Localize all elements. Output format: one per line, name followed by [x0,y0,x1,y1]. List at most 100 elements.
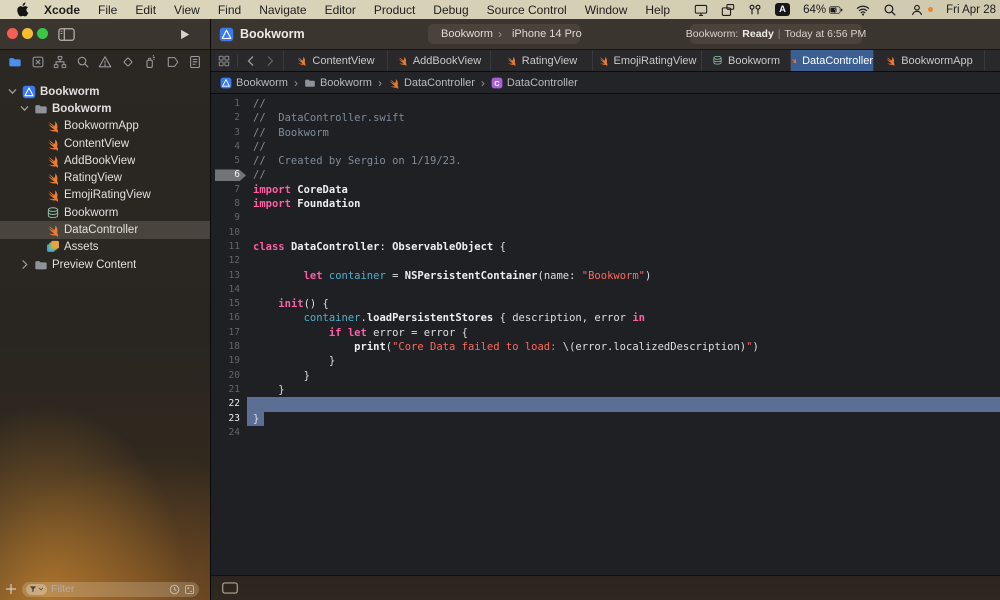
spotlight-icon[interactable] [883,3,897,17]
reports-navigator-button[interactable] [187,54,203,70]
filter-menu-button[interactable] [26,584,47,595]
code-line-24[interactable]: 24 [211,426,1000,440]
file-row-assets[interactable]: Assets [0,239,210,256]
stage-manager-icon[interactable] [721,3,735,17]
zoom-window-button[interactable] [37,28,48,39]
tab-contentview[interactable]: ContentView [283,50,388,71]
line-number[interactable]: 11 [211,240,247,254]
minimize-window-button[interactable] [22,28,33,39]
line-number[interactable]: 18 [211,340,247,354]
line-number[interactable]: 17 [211,326,247,340]
tests-navigator-button[interactable] [120,54,136,70]
tab-bookwormapp[interactable]: BookwormApp [874,50,985,71]
file-row-datacontroller[interactable]: DataController [0,221,210,238]
menu-product[interactable]: Product [365,3,424,17]
control-center-menu[interactable] [910,3,933,17]
line-number[interactable]: 15 [211,297,247,311]
code-line-11[interactable]: 11class DataController: ObservableObject… [211,240,1000,254]
menu-edit[interactable]: Edit [126,3,165,17]
line-number[interactable]: 2 [211,111,247,125]
line-number[interactable]: 12 [211,254,247,268]
add-button[interactable] [5,583,17,595]
breakpoints-navigator-button[interactable] [165,54,181,70]
code-line-4[interactable]: 4// [211,140,1000,154]
code-line-9[interactable]: 9 [211,211,1000,225]
filter-input[interactable]: Filter [51,583,165,595]
line-number[interactable]: 21 [211,383,247,397]
source-control-navigator-button[interactable] [30,54,46,70]
crumb-bookworm[interactable]: Bookworm [220,77,288,89]
go-back-button[interactable] [243,50,259,71]
issues-navigator-button[interactable] [97,54,113,70]
line-number[interactable]: 6 [211,168,247,182]
tab-emojiratingview[interactable]: EmojiRatingView [593,50,702,71]
line-number[interactable]: 19 [211,354,247,368]
close-window-button[interactable] [7,28,18,39]
code-line-5[interactable]: 5// Created by Sergio on 1/19/23. [211,154,1000,168]
symbols-navigator-button[interactable] [52,54,68,70]
line-number[interactable]: 20 [211,369,247,383]
project-navigator-button[interactable] [7,54,23,70]
airpods-icon[interactable] [748,3,762,17]
input-source-icon[interactable]: A [775,3,790,16]
crumb-datacontroller[interactable]: CDataController [491,77,578,89]
display-icon[interactable] [694,3,708,17]
scheme-selector[interactable]: Bookworm › iPhone 14 Pro [428,24,580,44]
line-number[interactable]: 23 [211,412,247,426]
code-line-6[interactable]: 6// [211,168,1000,182]
code-line-19[interactable]: 19 } [211,354,1000,368]
file-row-bookworm[interactable]: Bookworm [0,204,210,221]
menu-navigate[interactable]: Navigate [250,3,315,17]
code-line-21[interactable]: 21 } [211,383,1000,397]
menu-clock[interactable]: Fri Apr 28 [946,4,996,16]
sidebar-divider[interactable] [210,19,211,600]
file-row-emojiratingview[interactable]: EmojiRatingView [0,187,210,204]
file-row-bookworm[interactable]: Bookworm [0,83,210,100]
crumb-bookworm[interactable]: Bookworm [304,77,372,89]
battery-indicator[interactable]: 64% [803,3,843,17]
line-number[interactable]: 13 [211,269,247,283]
code-line-3[interactable]: 3// Bookworm [211,126,1000,140]
tab-datacontroller[interactable]: DataController [791,50,874,71]
source-control-filter-icon[interactable] [184,584,195,595]
file-row-preview-content[interactable]: Preview Content [0,256,210,273]
menu-help[interactable]: Help [636,3,679,17]
recent-files-icon[interactable] [169,584,180,595]
breakpoint-icon[interactable] [215,169,246,181]
line-number[interactable]: 4 [211,140,247,154]
line-number[interactable]: 7 [211,183,247,197]
window-tab[interactable]: Bookworm [219,19,305,49]
tab-bookworm[interactable]: Bookworm [702,50,791,71]
menu-editor[interactable]: Editor [316,3,365,17]
menu-find[interactable]: Find [209,3,250,17]
line-number[interactable]: 22 [211,397,247,411]
code-line-2[interactable]: 2// DataController.swift [211,111,1000,125]
file-row-ratingview[interactable]: RatingView [0,169,210,186]
run-button[interactable] [178,19,192,49]
line-number[interactable]: 5 [211,154,247,168]
code-line-7[interactable]: 7import CoreData [211,183,1000,197]
wifi-icon[interactable] [856,3,870,17]
line-number[interactable]: 14 [211,283,247,297]
code-line-22[interactable]: 22 [211,397,1000,411]
code-line-8[interactable]: 8import Foundation [211,197,1000,211]
code-line-23[interactable]: 23} [211,412,1000,426]
line-number[interactable]: 8 [211,197,247,211]
find-navigator-button[interactable] [75,54,91,70]
code-line-1[interactable]: 1// [211,97,1000,111]
debug-navigator-button[interactable] [142,54,158,70]
activity-status[interactable]: Bookworm: Ready | Today at 6:56 PM [690,24,862,44]
apple-menu-icon[interactable] [16,2,29,17]
code-line-15[interactable]: 15 init() { [211,297,1000,311]
line-number[interactable]: 24 [211,426,247,440]
code-line-17[interactable]: 17 if let error = error { [211,326,1000,340]
line-number[interactable]: 1 [211,97,247,111]
tab-overview-button[interactable] [216,50,232,71]
file-row-addbookview[interactable]: AddBookView [0,152,210,169]
editor-options-icon[interactable] [222,582,238,594]
go-forward-button[interactable] [262,50,278,71]
code-line-14[interactable]: 14 [211,283,1000,297]
menu-debug[interactable]: Debug [424,3,477,17]
file-row-bookworm[interactable]: Bookworm [0,100,210,117]
menu-source-control[interactable]: Source Control [478,3,576,17]
